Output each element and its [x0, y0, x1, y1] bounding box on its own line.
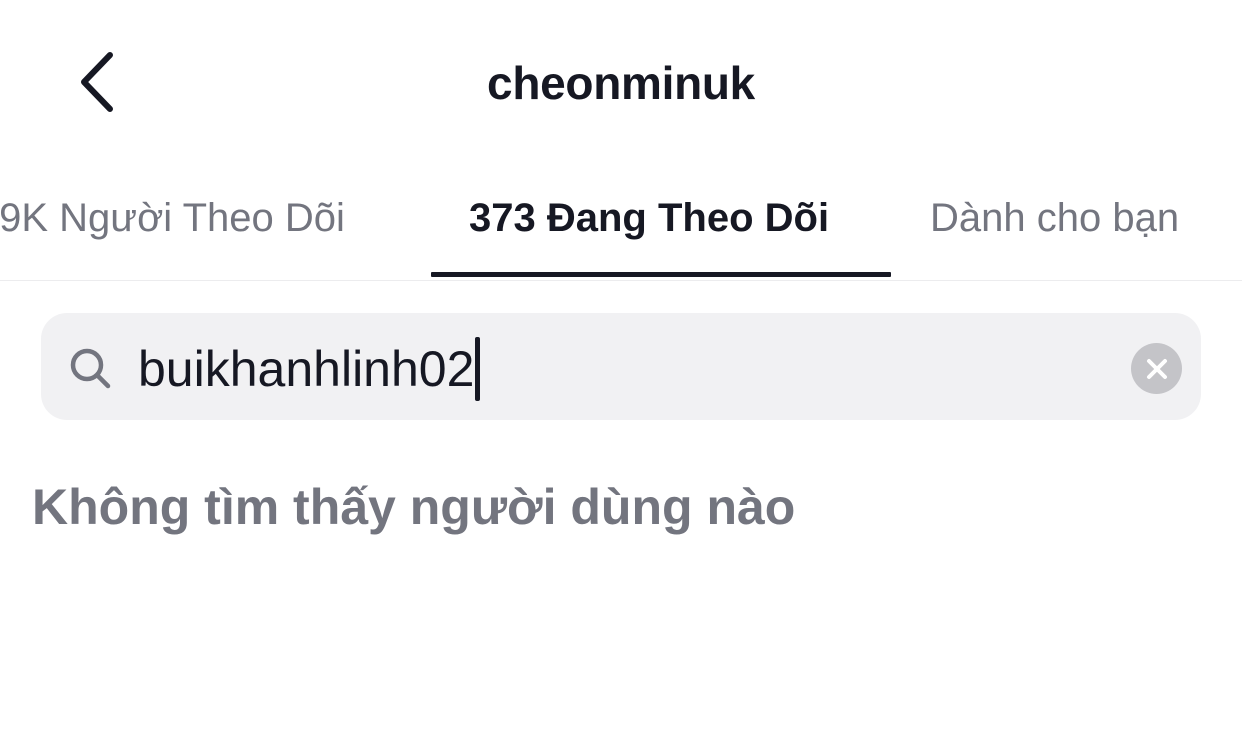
no-results-message: Không tìm thấy người dùng nào [32, 479, 796, 535]
tab-following[interactable]: 373 Đang Theo Dõi [469, 188, 829, 248]
following-list-screen: cheonminuk ,9K Người Theo Dõi 373 Đang T… [0, 0, 1242, 740]
search-icon [70, 348, 111, 389]
header-bar: cheonminuk [0, 0, 1242, 160]
active-tab-indicator [431, 272, 891, 277]
page-title: cheonminuk [487, 57, 755, 109]
clear-icon [1146, 358, 1167, 379]
search-input[interactable]: buikhanhlinh02 [138, 333, 481, 405]
search-input-value: buikhanhlinh02 [138, 341, 475, 397]
tab-bar: ,9K Người Theo Dõi 373 Đang Theo Dõi Dàn… [0, 170, 1242, 281]
text-caret [475, 337, 481, 401]
tab-followers[interactable]: ,9K Người Theo Dõi [0, 188, 345, 248]
tab-for-you[interactable]: Dành cho bạn [930, 188, 1179, 248]
clear-search-button[interactable] [1131, 343, 1182, 394]
